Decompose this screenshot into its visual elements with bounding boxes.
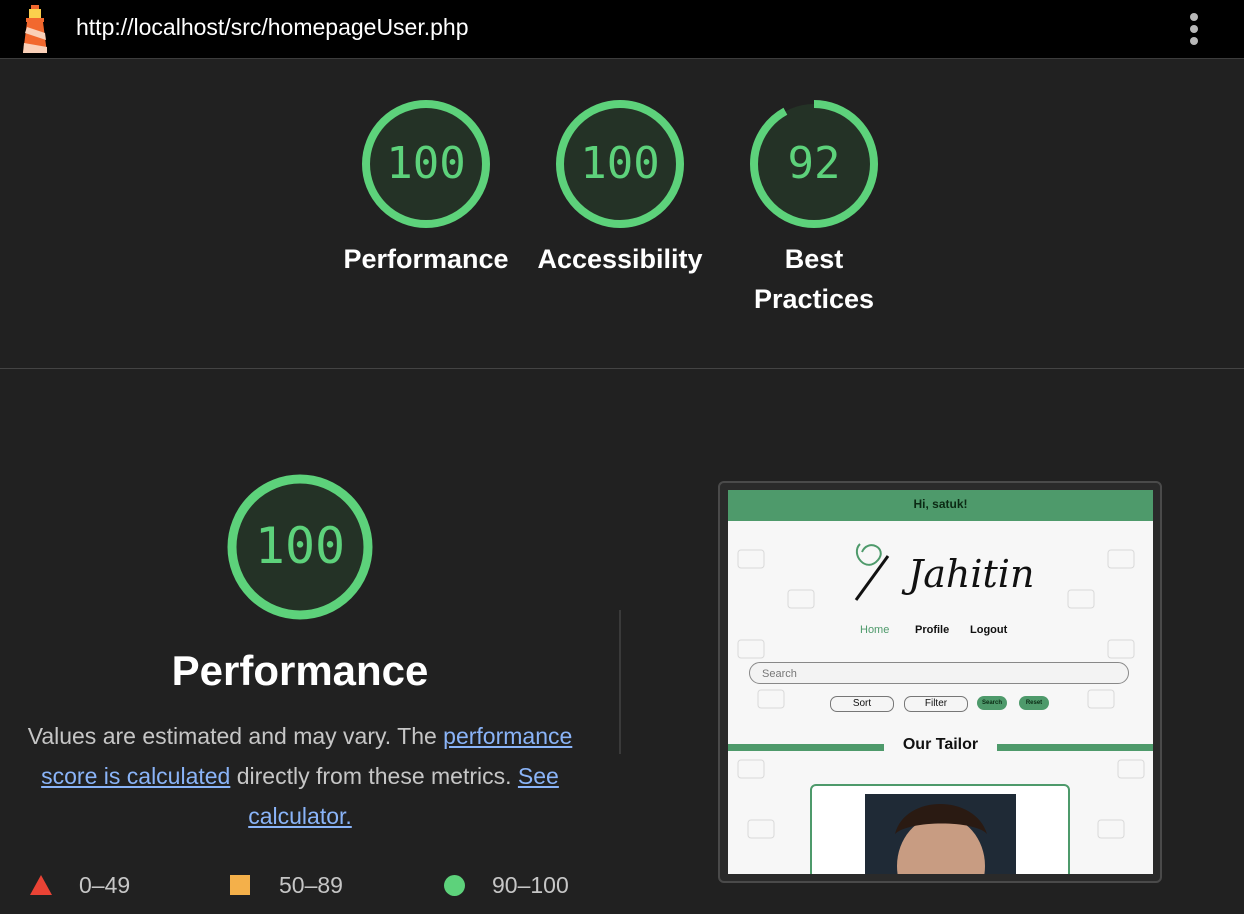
legend-range: 90–100 (492, 872, 569, 898)
kebab-menu-icon[interactable] (1183, 10, 1205, 46)
page-screenshot[interactable]: Hi, satuk! Jahitin Home Profile Logout S… (728, 490, 1153, 874)
lighthouse-icon (23, 5, 47, 53)
score-value: 92 (787, 138, 841, 189)
score-label-line1: Best (784, 244, 844, 274)
score-label: Accessibility (537, 244, 703, 274)
square-icon (230, 875, 250, 895)
sort-select[interactable]: Sort (830, 696, 894, 712)
reset-button[interactable]: Reset (1019, 696, 1049, 710)
gauge-performance[interactable]: 100 Performance (336, 99, 516, 279)
filter-select[interactable]: Filter (904, 696, 968, 712)
person-photo-icon (865, 794, 1016, 874)
top-bar: http://localhost/src/homepageUser.php (0, 0, 1244, 59)
greeting-bar: Hi, satuk! (728, 490, 1153, 521)
tailor-photo (865, 794, 1016, 874)
page-url: http://localhost/src/homepageUser.php (76, 14, 469, 40)
vertical-divider (619, 610, 621, 754)
section-title: Our Tailor (902, 736, 979, 753)
nav-home[interactable]: Home (860, 624, 889, 636)
gauge-accessibility[interactable]: 100 Accessibility (530, 99, 710, 279)
score-label-line2: Practices (753, 284, 875, 314)
section-bar-right (997, 744, 1153, 751)
performance-description: Values are estimated and may vary. The p… (20, 716, 580, 836)
gauge-best-practices[interactable]: 92 Best Practices (724, 99, 904, 319)
score-value: 100 (254, 517, 346, 575)
desc-text: directly from these metrics. (230, 763, 518, 789)
score-label: Best Practices (724, 239, 904, 319)
nav-logout[interactable]: Logout (970, 624, 1007, 636)
section-divider (0, 368, 1244, 369)
legend-range: 0–49 (79, 872, 131, 898)
circle-icon (444, 875, 465, 896)
legend-range: 50–89 (279, 872, 343, 898)
desc-text: Values are estimated and may vary. The (27, 723, 444, 749)
legend-average: 50–89 (230, 872, 343, 899)
search-button[interactable]: Search (977, 696, 1007, 710)
performance-large-gauge: 100 (226, 473, 374, 621)
score-label: Performance (343, 244, 509, 274)
legend-pass: 90–100 (444, 872, 569, 899)
brand-name: Jahitin (908, 552, 1035, 596)
score-value: 100 (580, 138, 660, 189)
legend-fail: 0–49 (30, 872, 130, 899)
score-value: 100 (386, 138, 466, 189)
triangle-icon (30, 875, 52, 895)
nav-profile[interactable]: Profile (915, 624, 949, 636)
performance-title: Performance (171, 647, 429, 694)
search-input[interactable]: Search (749, 662, 1129, 684)
section-bar-left (728, 744, 884, 751)
